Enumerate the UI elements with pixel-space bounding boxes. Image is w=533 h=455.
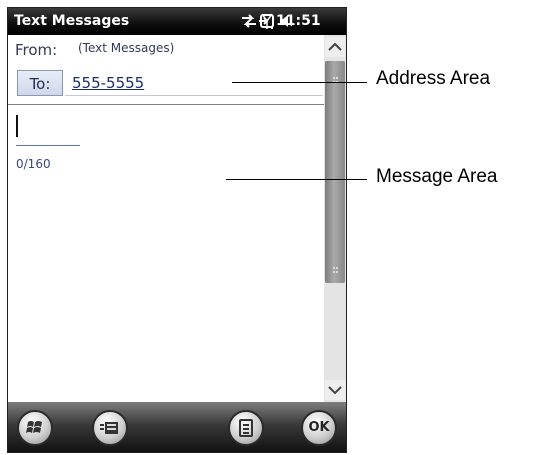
scroll-thumb[interactable]	[325, 61, 345, 283]
app-title: Text Messages	[14, 13, 130, 29]
to-field-underline	[65, 95, 323, 96]
grip-icon	[333, 267, 338, 273]
compose-area: From: (Text Messages) To: 555-5555 0/160	[8, 35, 324, 402]
to-row: To: 555-5555	[8, 68, 324, 101]
status-bar: Text Messages 11:51	[8, 8, 346, 35]
message-input-underline[interactable]	[16, 145, 80, 146]
data-sync-icon	[240, 11, 258, 35]
battery-charging-icon	[259, 12, 275, 34]
address-callout-line	[232, 82, 367, 83]
from-value: (Text Messages)	[78, 41, 175, 55]
to-button[interactable]: To:	[17, 70, 63, 96]
softkey-bar: OK	[8, 402, 346, 452]
device-screen: Text Messages 11:51 From: (Text Messages…	[7, 7, 347, 453]
ok-label: OK	[308, 420, 330, 435]
chevron-down-icon	[328, 386, 342, 395]
message-options-icon	[100, 422, 118, 434]
message-area-callout: Message Area	[376, 166, 498, 187]
to-recipient[interactable]: 555-5555	[72, 74, 144, 92]
to-field[interactable]: 555-5555	[65, 70, 323, 96]
message-options-button[interactable]	[92, 410, 128, 446]
menu-icon	[239, 419, 253, 437]
vertical-scrollbar[interactable]	[324, 35, 346, 402]
ok-button[interactable]: OK	[301, 410, 337, 446]
from-row: From: (Text Messages)	[8, 35, 324, 63]
scroll-up-button[interactable]	[325, 37, 345, 57]
windows-start-icon	[26, 421, 42, 433]
scroll-down-button[interactable]	[325, 380, 345, 400]
address-separator	[8, 104, 324, 105]
start-button[interactable]	[17, 410, 53, 446]
menu-button[interactable]	[228, 410, 264, 446]
address-area-callout: Address Area	[376, 68, 491, 89]
clock[interactable]: 11:51	[276, 13, 321, 29]
message-callout-line	[226, 179, 367, 180]
chevron-up-icon	[328, 42, 342, 51]
character-count: 0/160	[16, 157, 51, 171]
from-label: From:	[15, 41, 58, 59]
text-cursor	[16, 115, 18, 137]
